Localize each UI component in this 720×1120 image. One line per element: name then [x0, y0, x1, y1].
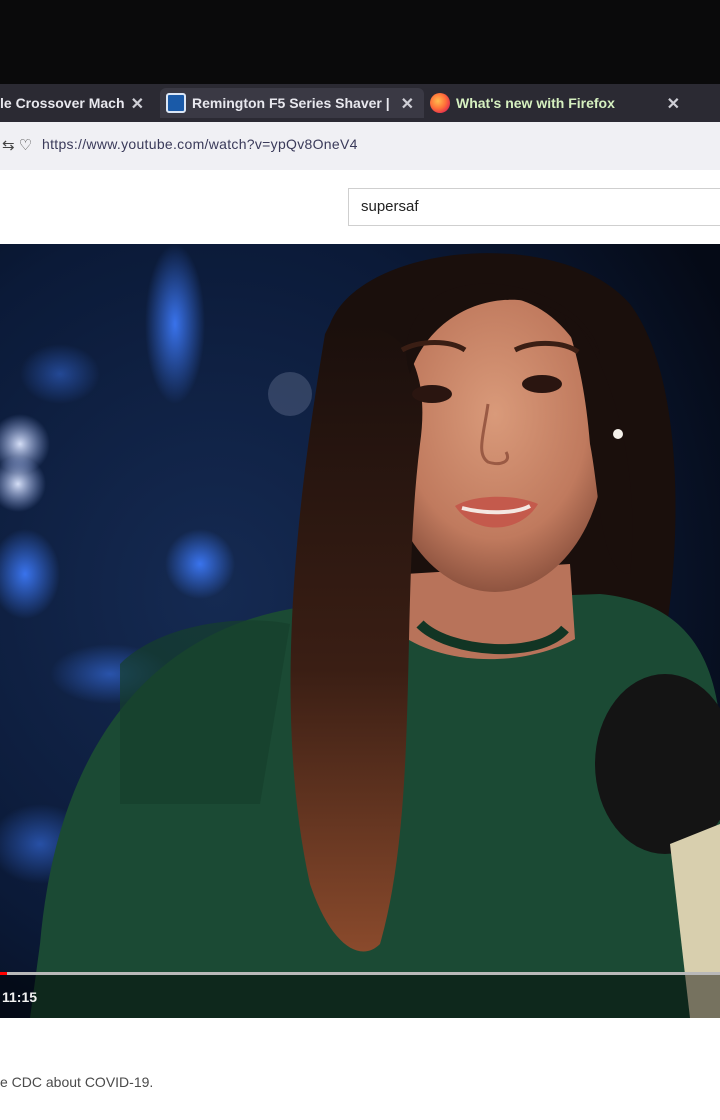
firefox-icon	[430, 93, 450, 113]
search-input[interactable]	[361, 198, 701, 215]
tab-crossover[interactable]: le Crossover Mach ✕	[0, 88, 150, 118]
browser-tab-bar: le Crossover Mach ✕ Remington F5 Series …	[0, 84, 720, 122]
tab-remington[interactable]: Remington F5 Series Shaver | ✕	[160, 88, 424, 118]
current-time: 11:15	[2, 989, 38, 1005]
close-icon[interactable]: ✕	[667, 94, 680, 114]
close-icon[interactable]: ✕	[401, 94, 414, 114]
address-bar[interactable]: ⇆ ♡ https://www.youtube.com/watch?v=ypQv…	[0, 122, 720, 171]
video-frame-news-anchor	[0, 244, 720, 1018]
tab-label: Remington F5 Series Shaver |	[192, 95, 390, 111]
page-header	[0, 170, 720, 244]
tracking-protection-icon[interactable]: ⇆ ♡	[2, 136, 32, 154]
tab-label: le Crossover Mach	[0, 95, 125, 111]
video-description: e CDC about COVID-19.	[0, 1074, 154, 1090]
player-controls: 11:15	[0, 975, 720, 1018]
monitor-bezel	[0, 0, 720, 84]
search-box[interactable]	[348, 188, 720, 226]
video-player[interactable]	[0, 244, 720, 1018]
tab-label: What's new with Firefox	[456, 95, 615, 111]
site-favicon-icon	[166, 93, 186, 113]
url-text[interactable]: https://www.youtube.com/watch?v=ypQv8One…	[42, 136, 358, 152]
video-info-area: e CDC about COVID-19.	[0, 1018, 720, 1120]
close-icon[interactable]: ✕	[131, 94, 144, 114]
tab-firefox-whats-new[interactable]: What's new with Firefox ✕	[430, 88, 690, 118]
